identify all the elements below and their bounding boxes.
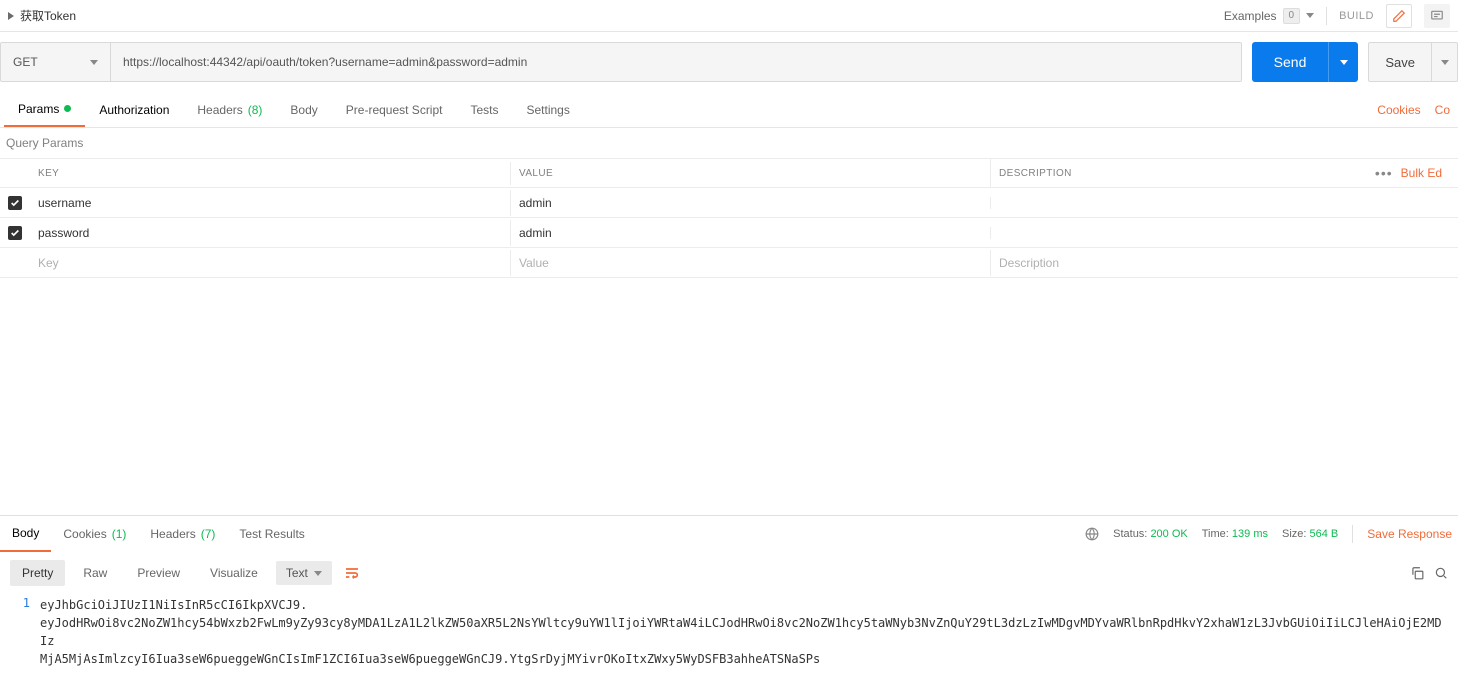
tab-settings[interactable]: Settings <box>513 92 584 127</box>
col-header-desc: Description <box>999 168 1072 179</box>
table-row-new[interactable]: Key Value Description <box>0 248 1458 278</box>
resp-tab-headers[interactable]: Headers (7) <box>138 516 227 552</box>
tab-authorization-label: Authorization <box>99 103 169 117</box>
preview-button[interactable]: Preview <box>125 560 192 586</box>
resp-tab-cookies[interactable]: Cookies (1) <box>51 516 138 552</box>
chevron-down-icon <box>90 60 98 65</box>
status-meta: Status: 200 OK <box>1113 528 1188 540</box>
tab-tests-label: Tests <box>470 103 498 117</box>
examples-count-badge: 0 <box>1283 8 1301 24</box>
divider <box>1352 525 1353 543</box>
pencil-icon <box>1392 9 1406 23</box>
response-body[interactable]: eyJhbGciOiJIUzI1NiIsInR5cCI6IkpXVCJ9. ey… <box>40 596 1458 668</box>
resp-tab-test-results-label: Test Results <box>239 527 304 541</box>
col-header-key: Key <box>30 162 510 185</box>
examples-dropdown[interactable]: Examples 0 <box>1224 8 1314 24</box>
wrap-icon <box>343 565 361 581</box>
tab-settings-label: Settings <box>527 103 570 117</box>
wrap-lines-button[interactable] <box>338 560 366 586</box>
row-checkbox[interactable] <box>8 226 22 240</box>
save-dropdown[interactable] <box>1431 43 1457 81</box>
param-desc[interactable] <box>990 197 1458 209</box>
resp-tab-cookies-label: Cookies <box>63 527 106 541</box>
chevron-down-icon <box>314 571 322 576</box>
size-meta: Size: 564 B <box>1282 528 1338 540</box>
columns-menu[interactable]: ••• <box>1375 165 1393 181</box>
globe-icon[interactable] <box>1085 527 1099 541</box>
resp-tab-headers-label: Headers <box>150 527 195 541</box>
line-number: 1 <box>0 596 40 668</box>
table-row[interactable]: password admin <box>0 218 1458 248</box>
param-value-placeholder[interactable]: Value <box>510 250 990 276</box>
bulk-edit-link[interactable]: Bulk Ed <box>1401 166 1442 180</box>
tab-body[interactable]: Body <box>276 92 331 127</box>
param-desc-placeholder[interactable]: Description <box>990 250 1458 276</box>
cookies-link[interactable]: Cookies <box>1377 103 1420 117</box>
tab-params-label: Params <box>18 102 59 116</box>
send-dropdown[interactable] <box>1328 42 1358 82</box>
visualize-button[interactable]: Visualize <box>198 560 270 586</box>
copy-icon[interactable] <box>1410 566 1424 580</box>
tab-prerequest-label: Pre-request Script <box>346 103 443 117</box>
send-button[interactable]: Send <box>1252 42 1329 82</box>
resp-tab-body[interactable]: Body <box>0 516 51 552</box>
raw-button[interactable]: Raw <box>71 560 119 586</box>
tab-prerequest[interactable]: Pre-request Script <box>332 92 457 127</box>
edit-button[interactable] <box>1386 4 1412 28</box>
tab-headers-label: Headers <box>197 103 242 117</box>
headers-count: (8) <box>248 103 263 117</box>
chevron-down-icon <box>1306 13 1314 18</box>
resp-headers-count: (7) <box>201 527 216 541</box>
expand-icon[interactable] <box>8 12 14 20</box>
format-value: Text <box>286 566 308 580</box>
dot-indicator <box>64 105 71 112</box>
param-key[interactable]: password <box>30 220 510 246</box>
tab-tests[interactable]: Tests <box>456 92 512 127</box>
param-desc[interactable] <box>990 227 1458 239</box>
tab-authorization[interactable]: Authorization <box>85 92 183 127</box>
pretty-button[interactable]: Pretty <box>10 560 65 586</box>
search-icon[interactable] <box>1434 566 1448 580</box>
param-key-placeholder[interactable]: Key <box>30 250 510 276</box>
http-method-select[interactable]: GET <box>1 43 111 81</box>
code-link[interactable]: Co <box>1435 103 1450 117</box>
request-title: 获取Token <box>20 7 76 24</box>
table-row[interactable]: username admin <box>0 188 1458 218</box>
time-meta: Time: 139 ms <box>1202 528 1268 540</box>
save-button[interactable]: Save <box>1369 43 1431 81</box>
chevron-down-icon <box>1340 60 1348 65</box>
tab-headers[interactable]: Headers (8) <box>183 92 276 127</box>
param-value[interactable]: admin <box>510 190 990 216</box>
tab-params[interactable]: Params <box>4 92 85 127</box>
resp-tab-test-results[interactable]: Test Results <box>227 516 316 552</box>
url-input[interactable] <box>111 43 1241 81</box>
chevron-down-icon <box>1441 60 1449 65</box>
param-value[interactable]: admin <box>510 220 990 246</box>
build-link[interactable]: BUILD <box>1339 10 1374 22</box>
col-header-value: Value <box>510 162 990 185</box>
divider <box>1326 7 1327 25</box>
examples-label: Examples <box>1224 9 1277 23</box>
http-method-value: GET <box>13 55 38 69</box>
format-select[interactable]: Text <box>276 561 332 585</box>
comment-icon <box>1430 9 1444 23</box>
row-checkbox[interactable] <box>8 196 22 210</box>
resp-cookies-count: (1) <box>112 527 127 541</box>
resp-tab-body-label: Body <box>12 526 39 540</box>
comment-button[interactable] <box>1424 4 1450 28</box>
save-response-link[interactable]: Save Response <box>1367 527 1452 541</box>
query-params-label: Query Params <box>0 128 1458 158</box>
param-key[interactable]: username <box>30 190 510 216</box>
tab-body-label: Body <box>290 103 317 117</box>
